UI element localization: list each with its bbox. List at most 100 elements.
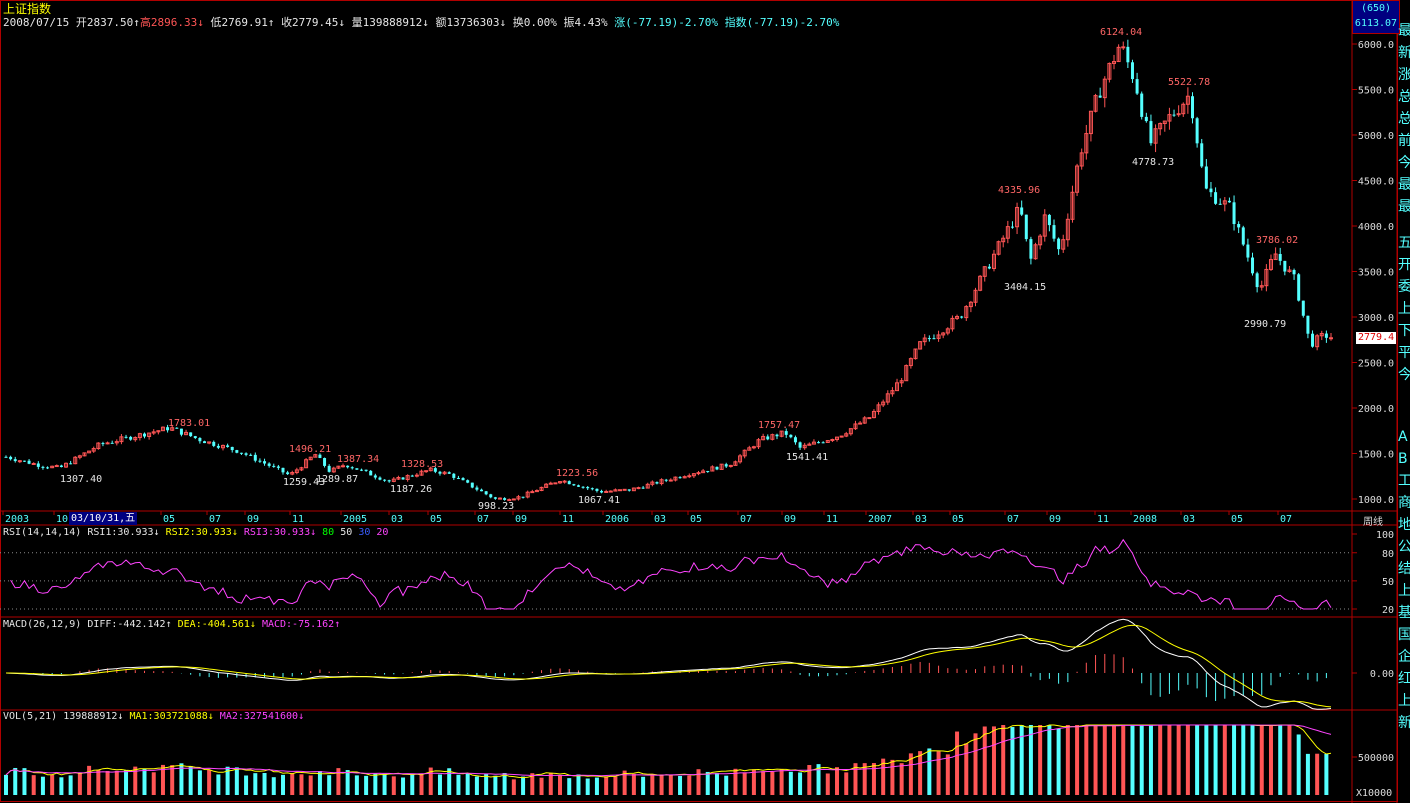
rsi2-value: RSI2:30.933↓ xyxy=(165,527,238,538)
candle-body xyxy=(424,470,429,473)
vol-label: VOL(5,21) xyxy=(3,711,58,722)
candle-body xyxy=(1190,96,1194,119)
vol-bar xyxy=(493,775,498,795)
vol-bar xyxy=(105,770,110,795)
time-axis-label: 11 xyxy=(562,514,574,525)
vol-bar xyxy=(1019,725,1024,795)
candle-body xyxy=(4,456,8,458)
vol-bar xyxy=(539,777,544,795)
candle-body xyxy=(1306,315,1310,334)
candle-body xyxy=(521,496,525,498)
candle-body xyxy=(1283,260,1287,272)
vol-bar xyxy=(1112,725,1117,795)
candle-body xyxy=(179,428,183,435)
candle-body xyxy=(1121,46,1126,49)
vol-bar xyxy=(511,779,516,795)
vol-bar xyxy=(687,775,692,795)
candle-body xyxy=(54,465,59,468)
candle-body xyxy=(706,470,710,472)
candle-body xyxy=(1029,239,1033,259)
candle-body xyxy=(1246,244,1250,258)
swing-label-low: 998.23 xyxy=(478,501,514,512)
time-cursor[interactable]: 03/10/31,五 xyxy=(69,512,138,525)
candle-body xyxy=(1237,224,1241,228)
candle-body xyxy=(497,497,502,500)
candle-body xyxy=(129,436,133,440)
vol-bar xyxy=(1287,725,1292,795)
candle-body xyxy=(724,464,728,467)
vol-bar xyxy=(59,777,64,795)
vol-bar xyxy=(918,751,923,795)
candle-body xyxy=(817,442,821,444)
vol-bar xyxy=(631,773,636,795)
vol-bar xyxy=(964,743,969,795)
candle-body xyxy=(798,442,802,448)
quote-date: 2008/07/15 xyxy=(3,16,70,29)
vol-bar xyxy=(1213,725,1218,795)
rsi-level-30: 30 xyxy=(358,527,371,538)
vol-bar xyxy=(308,775,313,795)
candle-body xyxy=(678,477,682,479)
candle-body xyxy=(281,467,285,473)
vol-bar xyxy=(474,776,479,795)
price-axis-label: 2000.0 xyxy=(1358,404,1394,415)
candle-body xyxy=(452,473,456,478)
candle-body xyxy=(13,459,17,462)
candle-body xyxy=(641,487,645,489)
vol-bar xyxy=(244,775,249,795)
corner-value: 6113.07 xyxy=(1354,18,1398,29)
macd-value: MACD:-75.162↑ xyxy=(261,619,341,630)
vol-bar xyxy=(742,772,747,795)
vol-bar xyxy=(197,770,202,795)
candle-body xyxy=(1278,254,1282,261)
candle-body xyxy=(766,436,770,440)
swing-label-low: 1289.87 xyxy=(316,474,358,485)
candle-body xyxy=(346,465,350,468)
vol-bar xyxy=(142,768,147,795)
swing-label-high: 3786.02 xyxy=(1256,235,1298,246)
time-axis-label: 03 xyxy=(915,514,927,525)
candle-body xyxy=(927,338,931,340)
vol-bar xyxy=(641,776,646,795)
time-axis-label: 2008 xyxy=(1133,514,1157,525)
chart-canvas[interactable]: 6000.0 5500.0 5000.0 4500.0 4000.0 3500.0 3000… xyxy=(0,0,1410,803)
candle-body xyxy=(1209,188,1213,193)
candle-body xyxy=(466,480,470,483)
vol-bar xyxy=(1028,725,1033,795)
period-label[interactable]: 周线 xyxy=(1363,513,1383,528)
candle-body xyxy=(1255,273,1259,288)
time-axis-label: 05 xyxy=(690,514,702,525)
candle-body xyxy=(1135,79,1139,94)
vol-bar xyxy=(253,773,258,795)
swing-label-high: 1783.01 xyxy=(168,418,210,429)
candle-body xyxy=(1057,238,1061,250)
candle-body xyxy=(216,445,220,448)
side-panel[interactable]: 最新涨总总前今最最 五开委上下平今 AB工商地公结上基国企红上新 xyxy=(1398,20,1410,734)
time-axis-label: 03 xyxy=(1183,514,1195,525)
candle-body xyxy=(226,445,230,447)
candle-body xyxy=(1052,225,1056,239)
candle-body xyxy=(821,442,825,444)
candle-body xyxy=(664,479,668,481)
vol-bar xyxy=(401,777,406,795)
corner-code: (650) xyxy=(1360,3,1392,14)
time-axis-label: 05 xyxy=(163,514,175,525)
rsi-axis-label: 50 xyxy=(1382,577,1394,588)
candle-body xyxy=(493,497,497,499)
candle-body xyxy=(1047,214,1051,226)
candle-body xyxy=(1126,46,1130,63)
vol-bar xyxy=(290,772,295,795)
vol-bar xyxy=(973,733,978,795)
vol-bar xyxy=(87,765,92,795)
vol-bar xyxy=(151,772,156,795)
candle-body xyxy=(456,477,460,479)
vol-bar xyxy=(1278,725,1283,795)
price-axis-label: 1000.0 xyxy=(1358,495,1394,506)
candle-body xyxy=(22,460,26,462)
rsi-level-50: 50 xyxy=(340,527,353,538)
swing-label-low: 1307.40 xyxy=(60,474,102,485)
time-axis-label: 2005 xyxy=(343,514,367,525)
vol-bar xyxy=(696,769,701,795)
vol-bar xyxy=(317,771,322,795)
swing-label-high: 1328.53 xyxy=(401,459,443,470)
